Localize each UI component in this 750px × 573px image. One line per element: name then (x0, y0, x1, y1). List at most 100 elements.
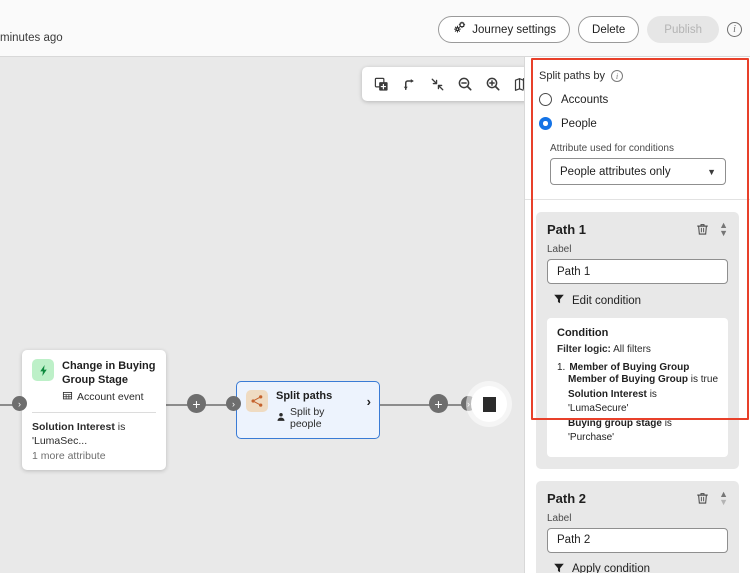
path-1-label-value: Path 1 (557, 265, 591, 278)
event-node-header: Change in Buying Group Stage Account eve… (32, 359, 156, 404)
minimap-icon[interactable] (508, 71, 524, 97)
top-actions: Journey settings Delete Publish i (438, 16, 742, 43)
apply-condition-label: Apply condition (572, 563, 650, 573)
edit-condition-button[interactable]: Edit condition (547, 293, 728, 308)
canvas-toolbar (362, 67, 524, 101)
zoom-in-icon[interactable] (480, 71, 506, 97)
duplicate-icon[interactable] (368, 71, 394, 97)
attribute-field-label: Attribute used for conditions (550, 143, 674, 154)
path-1-reorder: ▲ ▼ (719, 221, 728, 238)
condition-rule: Member of Buying Group is true (568, 373, 718, 388)
path-2-label-input[interactable]: Path 2 (547, 527, 728, 553)
flow-connector-split-in[interactable]: › (226, 396, 241, 411)
condition-rule: Solution Interest is 'LumaSecure' (568, 388, 718, 417)
info-icon[interactable]: i (727, 22, 742, 37)
event-node-more-attributes: 1 more attribute (32, 450, 106, 462)
attribute-select[interactable]: People attributes only ▼ (550, 158, 726, 185)
last-modified-text: minutes ago (0, 32, 63, 44)
condition-filter-logic-value: All filters (613, 344, 651, 355)
zoom-out-icon[interactable] (452, 71, 478, 97)
stop-square-icon (482, 396, 496, 412)
split-paths-settings-panel: Split paths by i Accounts People Attribu… (524, 57, 750, 573)
delete-button[interactable]: Delete (578, 16, 640, 43)
path-card-2: Path 2 ▲ ▼ Label Path 2 Apply condition (536, 480, 739, 573)
path-2-header: Path 2 ▲ ▼ (547, 489, 728, 506)
path-1-header: Path 1 ▲ ▼ (547, 221, 728, 238)
split-share-icon (246, 390, 268, 412)
filter-icon (553, 562, 565, 573)
condition-group-index: 1. (557, 362, 566, 373)
move-down-icon[interactable]: ▼ (719, 497, 728, 506)
split-paths-by-section: Split paths by i Accounts People Attribu… (525, 57, 750, 200)
path-2-label-value: Path 2 (557, 534, 591, 546)
event-node-subtitle: Account event (77, 391, 144, 403)
condition-rule-list: 1. Member of Buying Group Member of Buyi… (557, 362, 718, 446)
attribute-select-value: People attributes only (560, 165, 671, 178)
event-node-title: Change in Buying Group Stage (62, 360, 156, 386)
canvas-node-change-in-buying-group-stage[interactable]: Change in Buying Group Stage Account eve… (22, 350, 166, 470)
radio-people-icon (539, 117, 552, 130)
radio-accounts-label: Accounts (561, 93, 609, 106)
chevron-right-icon[interactable]: › (367, 394, 371, 409)
top-toolbar: minutes ago Journey settings Delete Publ… (0, 0, 750, 57)
condition-group: 1. Member of Buying Group (557, 362, 718, 373)
person-icon (276, 412, 286, 425)
split-paths-by-label-row: Split paths by i (539, 70, 736, 82)
event-node-attribute: Solution Interest is 'LumaSec... (32, 420, 156, 448)
journey-canvas-page: minutes ago Journey settings Delete Publ… (0, 0, 750, 573)
flow-line-2 (375, 404, 469, 406)
gear-icon (452, 21, 466, 38)
fit-to-view-icon[interactable] (424, 71, 450, 97)
canvas-node-split-paths[interactable]: Split paths Split by people › (236, 381, 380, 439)
path-2-title: Path 2 (547, 490, 587, 506)
split-paths-by-label: Split paths by (539, 70, 606, 82)
event-node-attribute-name: Solution Interest (32, 421, 115, 433)
split-node-subtitle-row: Split by people (276, 406, 358, 430)
journey-settings-label: Journey settings (472, 23, 557, 36)
journey-end-node[interactable] (471, 386, 507, 422)
publish-label: Publish (664, 23, 702, 36)
split-node-header: Split paths Split by people (246, 390, 370, 430)
account-event-icon (62, 390, 73, 404)
radio-accounts-icon (539, 93, 552, 106)
path-1-label-caption: Label (547, 244, 572, 255)
path-2-reorder: ▲ ▼ (719, 489, 728, 506)
radio-option-accounts[interactable]: Accounts (539, 93, 736, 106)
path-1-condition-summary: Condition Filter logic: All filters 1. M… (547, 318, 728, 457)
path-1-title: Path 1 (547, 222, 587, 237)
add-step-button-1[interactable]: + (187, 394, 206, 413)
condition-rule-attr: Buying group stage (568, 417, 662, 429)
condition-filter-logic-label: Filter logic: (557, 344, 611, 355)
journey-canvas[interactable]: › + › + › Change in Buying Group Stage A… (0, 57, 524, 573)
delete-label: Delete (592, 23, 626, 36)
event-node-divider (32, 412, 156, 413)
condition-rule: Buying group stage is 'Purchase' (568, 417, 718, 446)
split-node-title: Split paths (276, 390, 333, 402)
flow-connector-start[interactable]: › (12, 396, 27, 411)
condition-rule-op: is true (690, 374, 719, 385)
publish-button[interactable]: Publish (647, 16, 719, 43)
condition-rule-attr: Solution Interest (568, 388, 647, 400)
add-step-button-2[interactable]: + (429, 394, 448, 413)
split-paths-info-icon[interactable]: i (611, 70, 624, 82)
path-1-label-input[interactable]: Path 1 (547, 259, 728, 284)
path-2-label-caption: Label (547, 512, 572, 524)
radio-option-people[interactable]: People (539, 117, 736, 130)
apply-condition-button[interactable]: Apply condition (547, 562, 728, 573)
path-card-1: Path 1 ▲ ▼ Label Path 1 Edit condition C… (536, 212, 739, 469)
condition-title: Condition (557, 327, 609, 339)
chevron-down-icon: ▼ (707, 166, 716, 177)
condition-group-name: Member of Buying Group (569, 362, 690, 373)
reroute-icon[interactable] (396, 71, 422, 97)
condition-filter-logic: Filter logic: All filters (557, 344, 718, 355)
condition-rule-attr: Member of Buying Group (568, 374, 688, 385)
filter-icon (553, 293, 565, 308)
delete-path-1-button[interactable] (696, 222, 709, 236)
split-node-subtitle: Split by people (290, 406, 325, 430)
journey-settings-button[interactable]: Journey settings (438, 16, 571, 43)
lightning-bolt-icon (32, 359, 54, 381)
edit-condition-label: Edit condition (572, 294, 642, 307)
delete-path-2-button[interactable] (696, 491, 709, 505)
move-down-icon[interactable]: ▼ (719, 229, 728, 238)
radio-people-label: People (561, 117, 597, 130)
